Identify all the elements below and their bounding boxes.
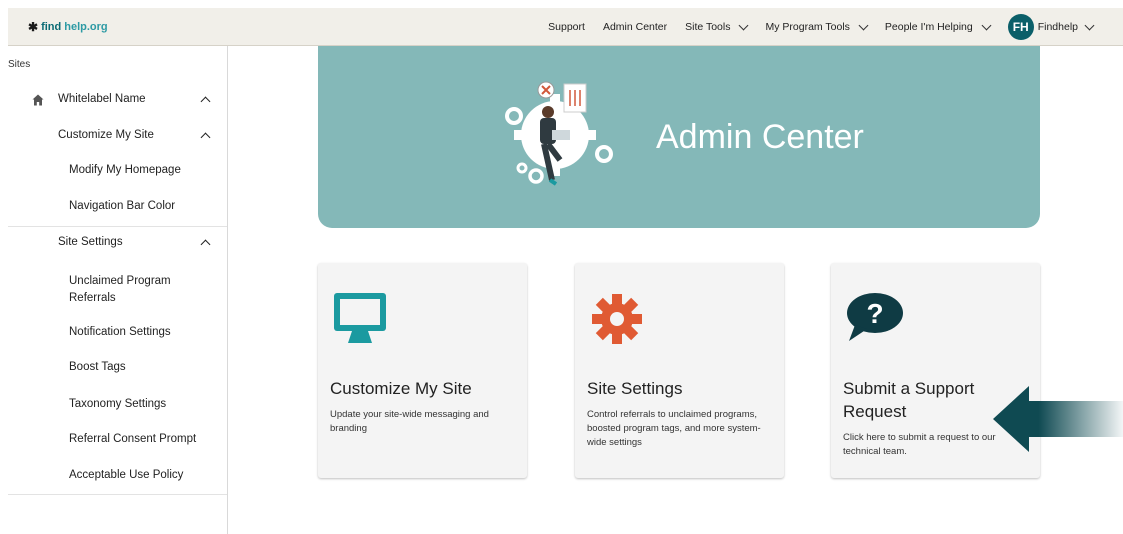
nav-my-program-tools[interactable]: My Program Tools	[765, 20, 869, 33]
sidebar-item-label: Boost Tags	[69, 361, 126, 373]
sidebar-section-label: Sites	[8, 59, 31, 70]
chevron-up-icon[interactable]	[200, 239, 211, 250]
chevron-up-icon[interactable]	[200, 96, 211, 107]
nav-people-label: People I'm Helping	[884, 21, 973, 33]
sidebar-item-label: Notification Settings	[69, 326, 171, 338]
home-icon	[32, 94, 44, 106]
logo-star-icon: ✱	[28, 20, 39, 34]
nav-site-tools[interactable]: Site Tools	[685, 20, 749, 33]
sidebar-item-label: Customize My Site	[58, 129, 154, 141]
nav-site-tools-label: Site Tools	[685, 21, 731, 33]
chevron-down-icon	[1084, 20, 1095, 30]
monitor-icon	[334, 293, 386, 343]
page-title: Admin Center	[656, 118, 864, 156]
chevron-up-icon[interactable]	[200, 132, 211, 143]
customize-my-site-card[interactable]: Customize My Site Update your site-wide …	[318, 263, 527, 478]
card-title: Customize My Site	[330, 379, 472, 398]
nav-admin-center-label: Admin Center	[602, 21, 668, 33]
nav-support[interactable]: Support	[548, 21, 585, 33]
chevron-down-icon	[858, 20, 869, 30]
site-settings-card[interactable]: Site Settings Control referrals to uncla…	[575, 263, 784, 478]
sidebar-item-label: Referral Consent Prompt	[69, 433, 197, 445]
logo-suffix: help.org	[64, 21, 108, 33]
card-title: Site Settings	[587, 379, 683, 398]
card-description: Update your site-wide messaging and bran…	[330, 409, 489, 434]
admin-illustration-icon	[505, 81, 613, 186]
logo-prefix: find	[41, 21, 62, 33]
sidebar-divider	[8, 226, 227, 227]
sidebar-item-label: Site Settings	[58, 236, 123, 248]
sidebar-item-label: Unclaimed Program Referrals	[69, 275, 171, 304]
sidebar-item-label: Taxonomy Settings	[69, 398, 167, 410]
sidebar-item-label: Modify My Homepage	[69, 164, 181, 176]
nav-people-im-helping[interactable]: People I'm Helping	[884, 20, 992, 33]
svg-text:?: ?	[866, 298, 883, 329]
card-description: Control referrals to unclaimed programs,…	[587, 409, 761, 448]
chevron-down-icon	[981, 20, 992, 30]
top-header: ✱ find help.org Support Admin Center Site…	[8, 8, 1123, 46]
nav-support-label: Support	[548, 21, 585, 33]
sidebar: Sites Whitelabel Name Customize My Site …	[8, 46, 228, 534]
user-name: Findhelp	[1037, 21, 1078, 33]
nav-my-program-tools-label: My Program Tools	[765, 21, 850, 33]
question-bubble-icon: ?	[847, 293, 903, 341]
pointer-arrow-icon	[993, 386, 1123, 452]
admin-center-banner: Admin Center	[318, 46, 1040, 228]
gear-icon	[592, 294, 642, 344]
nav-admin-center[interactable]: Admin Center	[603, 21, 667, 33]
avatar: FH	[1007, 14, 1034, 40]
sidebar-item-label: Acceptable Use Policy	[69, 469, 184, 481]
user-menu[interactable]: FH Findhelp	[1007, 14, 1095, 40]
top-nav: Support Admin Center Site Tools My Progr…	[548, 8, 1095, 46]
findhelp-logo[interactable]: ✱ find help.org	[28, 20, 108, 34]
sidebar-item-label: Whitelabel Name	[58, 93, 146, 105]
sidebar-item-label: Navigation Bar Color	[69, 200, 176, 212]
chevron-down-icon	[739, 20, 749, 30]
sidebar-divider	[8, 494, 227, 495]
